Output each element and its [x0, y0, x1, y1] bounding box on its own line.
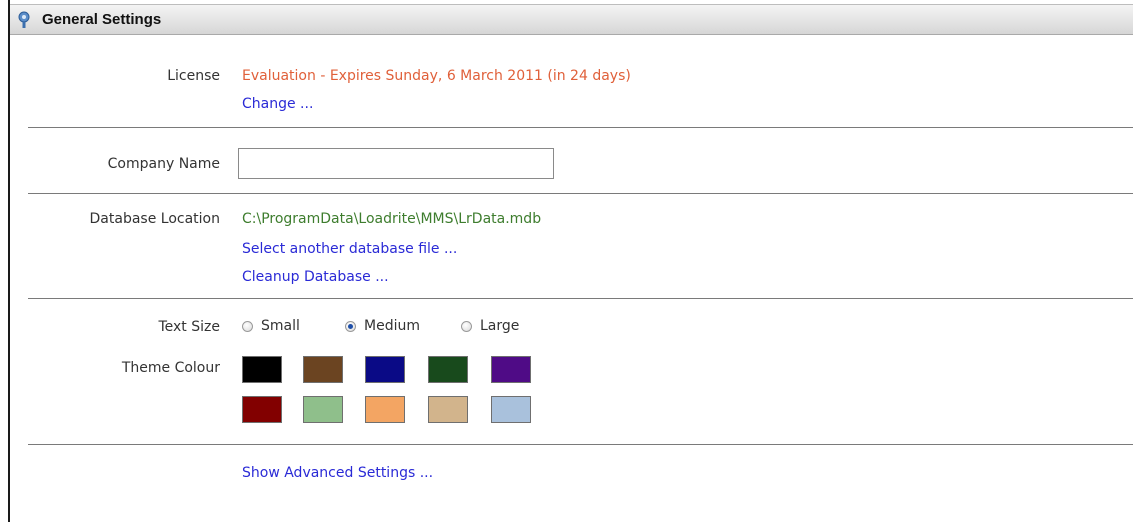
theme-colour-swatch[interactable]	[365, 396, 405, 423]
company-name-input[interactable]	[238, 148, 554, 179]
theme-colour-swatch[interactable]	[491, 396, 531, 423]
divider	[28, 298, 1133, 299]
database-location-label: Database Location	[89, 211, 220, 227]
text-size-option-label: Large	[480, 318, 520, 334]
settings-gear-icon	[18, 11, 30, 28]
radio-button-icon[interactable]	[242, 320, 253, 332]
theme-colour-swatch[interactable]	[428, 356, 468, 383]
theme-colour-swatch[interactable]	[365, 356, 405, 383]
license-value: Evaluation - Expires Sunday, 6 March 201…	[242, 68, 631, 84]
text-size-medium-option[interactable]: Medium	[345, 318, 420, 334]
change-license-link[interactable]: Change ...	[242, 96, 313, 112]
company-name-label: Company Name	[107, 156, 220, 172]
theme-colour-swatch[interactable]	[303, 356, 343, 383]
divider	[28, 193, 1133, 194]
text-size-option-label: Medium	[364, 318, 420, 334]
radio-button-checked-icon[interactable]	[345, 320, 356, 332]
cleanup-database-link[interactable]: Cleanup Database ...	[242, 269, 389, 285]
license-label: License	[167, 68, 220, 84]
theme-colour-swatch[interactable]	[303, 396, 343, 423]
radio-button-icon[interactable]	[461, 320, 472, 332]
select-database-link[interactable]: Select another database file ...	[242, 241, 457, 257]
theme-colour-swatch[interactable]	[491, 356, 531, 383]
theme-colour-swatch[interactable]	[242, 396, 282, 423]
panel-header: General Settings	[10, 4, 1133, 35]
settings-panel: General Settings License Evaluation - Ex…	[8, 0, 1133, 522]
text-size-large-option[interactable]: Large	[461, 318, 519, 334]
divider	[28, 444, 1133, 445]
database-path: C:\ProgramData\Loadrite\MMS\LrData.mdb	[242, 211, 542, 227]
text-size-small-option[interactable]: Small	[242, 318, 300, 334]
theme-colour-label: Theme Colour	[121, 360, 220, 376]
theme-colour-swatch[interactable]	[428, 396, 468, 423]
theme-colour-swatch[interactable]	[242, 356, 282, 383]
panel-title: General Settings	[42, 11, 162, 28]
show-advanced-settings-link[interactable]: Show Advanced Settings ...	[242, 465, 433, 481]
divider	[28, 127, 1133, 128]
text-size-option-label: Small	[261, 318, 300, 334]
text-size-label: Text Size	[158, 319, 220, 335]
